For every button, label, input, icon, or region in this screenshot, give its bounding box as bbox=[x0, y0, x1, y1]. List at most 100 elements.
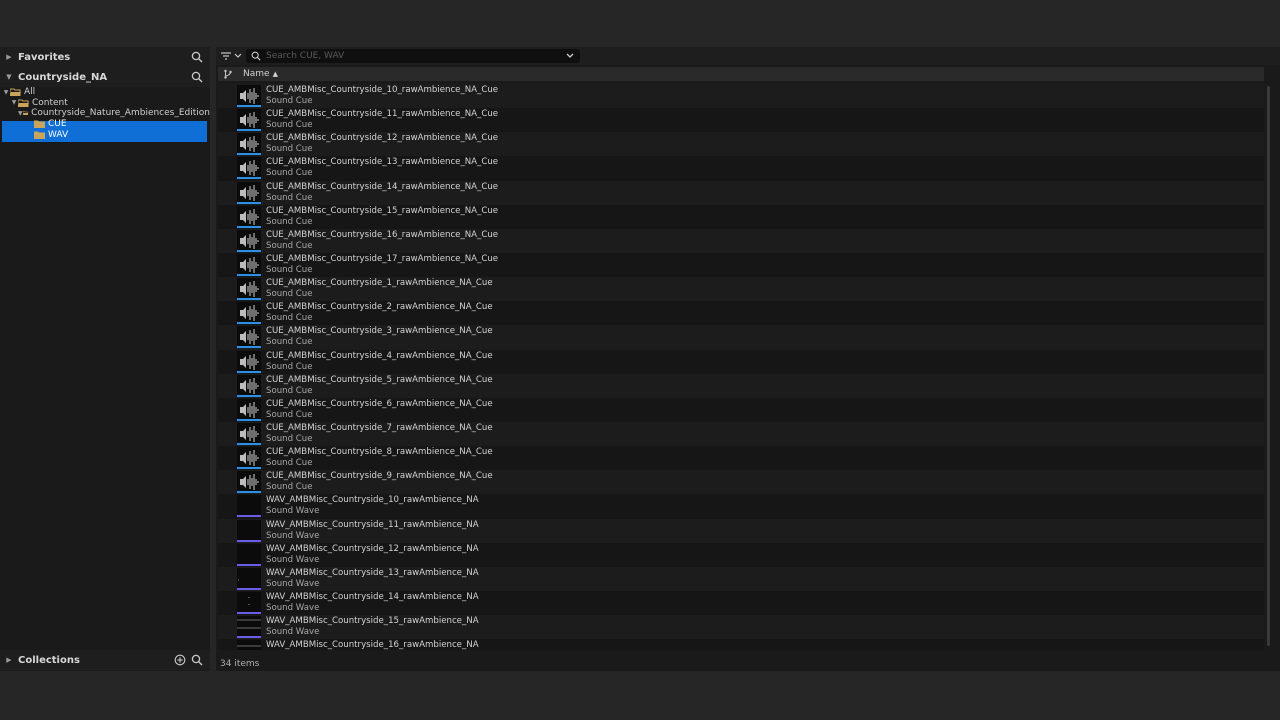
content-browser: Name ▲ CUE_AMBMisc_Countryside_10_rawAmb… bbox=[216, 47, 1280, 671]
asset-row[interactable]: WAV_AMBMisc_Countryside_12_rawAmbience_N… bbox=[218, 542, 1264, 567]
asset-row[interactable]: CUE_AMBMisc_Countryside_4_rawAmbience_NA… bbox=[218, 349, 1264, 374]
asset-row[interactable]: CUE_AMBMisc_Countryside_13_rawAmbience_N… bbox=[218, 156, 1264, 181]
asset-name: CUE_AMBMisc_Countryside_15_rawAmbience_N… bbox=[266, 205, 499, 216]
tree-item-wav[interactable]: WAV bbox=[0, 129, 210, 140]
sound-cue-thumbnail[interactable] bbox=[237, 471, 261, 494]
chevron-right-icon[interactable]: ▶ bbox=[4, 52, 14, 62]
asset-row[interactable]: WAV_AMBMisc_Countryside_10_rawAmbience_N… bbox=[218, 494, 1264, 519]
asset-type-color-bar bbox=[237, 418, 261, 421]
sound-wave-thumbnail[interactable] bbox=[237, 519, 261, 542]
search-icon[interactable] bbox=[191, 51, 203, 63]
tree-item-countryside-nature-ambiences-edition[interactable]: ▼ Countryside_Nature_Ambiences_Edition bbox=[0, 108, 210, 119]
asset-type: Sound Cue bbox=[266, 289, 313, 300]
asset-row[interactable]: CUE_AMBMisc_Countryside_11_rawAmbience_N… bbox=[218, 108, 1264, 133]
asset-row[interactable]: CUE_AMBMisc_Countryside_16_rawAmbience_N… bbox=[218, 228, 1264, 253]
search-icon[interactable] bbox=[191, 71, 203, 83]
asset-row[interactable]: CUE_AMBMisc_Countryside_15_rawAmbience_N… bbox=[218, 204, 1264, 229]
sound-wave-thumbnail[interactable] bbox=[237, 495, 261, 518]
sound-cue-thumbnail[interactable] bbox=[237, 157, 261, 180]
asset-row[interactable]: CUE_AMBMisc_Countryside_10_rawAmbience_N… bbox=[218, 84, 1264, 109]
sound-cue-thumbnail[interactable] bbox=[237, 398, 261, 421]
asset-row[interactable]: CUE_AMBMisc_Countryside_6_rawAmbience_NA… bbox=[218, 397, 1264, 422]
asset-row[interactable]: CUE_AMBMisc_Countryside_7_rawAmbience_NA… bbox=[218, 421, 1264, 447]
chevron-down-icon[interactable]: ▼ bbox=[10, 99, 18, 106]
favorites-header[interactable]: ▶ Favorites bbox=[0, 47, 210, 67]
asset-type-color-bar bbox=[237, 153, 261, 156]
asset-row[interactable]: CUE_AMBMisc_Countryside_12_rawAmbience_N… bbox=[218, 132, 1264, 157]
collections-header[interactable]: ▶ Collections bbox=[0, 650, 210, 670]
sound-cue-thumbnail[interactable] bbox=[237, 326, 261, 349]
chevron-down-icon[interactable]: ▼ bbox=[2, 89, 10, 96]
sound-wave-thumbnail[interactable] bbox=[237, 616, 261, 639]
search-box[interactable] bbox=[246, 49, 580, 63]
asset-row[interactable]: CUE_AMBMisc_Countryside_2_rawAmbience_NA… bbox=[218, 301, 1264, 326]
chevron-right-icon[interactable]: ▶ bbox=[4, 655, 14, 665]
tree-item-content[interactable]: ▼ Content bbox=[0, 98, 210, 109]
speaker-waveform-icon bbox=[240, 353, 259, 370]
folder-open-icon bbox=[22, 111, 29, 116]
speaker-waveform-icon bbox=[240, 329, 259, 346]
sound-cue-thumbnail[interactable] bbox=[237, 181, 261, 204]
sound-cue-thumbnail[interactable] bbox=[237, 350, 261, 373]
sound-wave-thumbnail[interactable] bbox=[237, 592, 261, 615]
sound-cue-thumbnail[interactable] bbox=[237, 302, 261, 325]
asset-type: Sound Cue bbox=[266, 458, 313, 469]
asset-text: CUE_AMBMisc_Countryside_16_rawAmbience_N… bbox=[266, 230, 498, 252]
name-column-header[interactable]: Name bbox=[243, 69, 270, 79]
chevron-down-icon bbox=[234, 53, 242, 58]
sound-wave-thumbnail[interactable] bbox=[237, 567, 261, 590]
sound-wave-thumbnail[interactable] bbox=[237, 543, 261, 566]
scrollbar[interactable] bbox=[1266, 84, 1272, 650]
asset-row[interactable]: CUE_AMBMisc_Countryside_5_rawAmbience_NA… bbox=[218, 373, 1264, 398]
asset-list: CUE_AMBMisc_Countryside_10_rawAmbience_N… bbox=[218, 84, 1264, 650]
chevron-down-icon[interactable] bbox=[566, 53, 574, 59]
sound-cue-thumbnail[interactable] bbox=[237, 423, 261, 446]
asset-row[interactable]: CUE_AMBMisc_Countryside_14_rawAmbience_N… bbox=[218, 180, 1264, 205]
asset-row[interactable]: CUE_AMBMisc_Countryside_17_rawAmbience_N… bbox=[218, 252, 1264, 278]
folder-icon bbox=[34, 120, 45, 129]
asset-row[interactable]: WAV_AMBMisc_Countryside_16_rawAmbience_N… bbox=[218, 639, 1264, 650]
asset-type: Sound Cue bbox=[266, 409, 313, 420]
asset-text: WAV_AMBMisc_Countryside_11_rawAmbience_N… bbox=[266, 520, 479, 542]
search-icon[interactable] bbox=[191, 654, 203, 666]
chevron-down-icon[interactable]: ▼ bbox=[4, 72, 14, 82]
asset-name: WAV_AMBMisc_Countryside_14_rawAmbience_N… bbox=[266, 592, 479, 603]
toolbar bbox=[216, 47, 1280, 65]
sound-wave-thumbnail[interactable] bbox=[237, 640, 261, 650]
sound-cue-thumbnail[interactable] bbox=[237, 254, 261, 277]
sound-cue-thumbnail[interactable] bbox=[237, 229, 261, 252]
asset-type-color-bar bbox=[237, 274, 261, 277]
sound-cue-thumbnail[interactable] bbox=[237, 133, 261, 156]
project-header[interactable]: ▼ Countryside_NA bbox=[0, 67, 210, 87]
asset-row[interactable]: WAV_AMBMisc_Countryside_11_rawAmbience_N… bbox=[218, 518, 1264, 543]
asset-type: Sound Cue bbox=[266, 168, 313, 179]
asset-text: CUE_AMBMisc_Countryside_5_rawAmbience_NA… bbox=[266, 375, 493, 397]
sound-cue-thumbnail[interactable] bbox=[237, 278, 261, 301]
search-input[interactable] bbox=[266, 51, 556, 61]
sort-ascending-icon[interactable]: ▲ bbox=[273, 70, 278, 78]
sound-cue-thumbnail[interactable] bbox=[237, 374, 261, 397]
asset-text: CUE_AMBMisc_Countryside_4_rawAmbience_NA… bbox=[266, 351, 493, 373]
sound-cue-thumbnail[interactable] bbox=[237, 85, 261, 108]
tree-item-cue[interactable]: CUE bbox=[0, 119, 210, 130]
asset-type: Sound Cue bbox=[266, 240, 313, 251]
asset-row[interactable]: CUE_AMBMisc_Countryside_8_rawAmbience_NA… bbox=[218, 446, 1264, 471]
asset-row[interactable]: WAV_AMBMisc_Countryside_14_rawAmbience_N… bbox=[218, 590, 1264, 616]
scrollbar-thumb[interactable] bbox=[1267, 86, 1270, 646]
asset-row[interactable]: CUE_AMBMisc_Countryside_9_rawAmbience_NA… bbox=[218, 470, 1264, 495]
sound-cue-thumbnail[interactable] bbox=[237, 447, 261, 470]
asset-text: CUE_AMBMisc_Countryside_1_rawAmbience_NA… bbox=[266, 278, 493, 300]
tree-item-all[interactable]: ▼ All bbox=[0, 87, 210, 98]
asset-name: CUE_AMBMisc_Countryside_2_rawAmbience_NA… bbox=[266, 302, 493, 313]
asset-row[interactable]: WAV_AMBMisc_Countryside_13_rawAmbience_N… bbox=[218, 566, 1264, 591]
source-control-icon[interactable] bbox=[223, 69, 233, 79]
asset-row[interactable]: WAV_AMBMisc_Countryside_15_rawAmbience_N… bbox=[218, 615, 1264, 640]
sound-cue-thumbnail[interactable] bbox=[237, 109, 261, 132]
asset-name: CUE_AMBMisc_Countryside_11_rawAmbience_N… bbox=[266, 109, 499, 120]
filter-button[interactable] bbox=[220, 50, 242, 62]
asset-row[interactable]: CUE_AMBMisc_Countryside_1_rawAmbience_NA… bbox=[218, 277, 1264, 302]
add-collection-icon[interactable] bbox=[174, 654, 186, 666]
asset-text: CUE_AMBMisc_Countryside_2_rawAmbience_NA… bbox=[266, 302, 493, 324]
asset-row[interactable]: CUE_AMBMisc_Countryside_3_rawAmbience_NA… bbox=[218, 325, 1264, 350]
sound-cue-thumbnail[interactable] bbox=[237, 205, 261, 228]
